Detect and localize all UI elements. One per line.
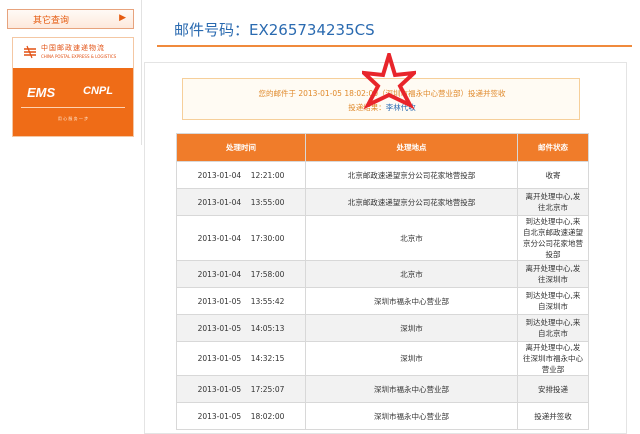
banner-tagline: 用 心 服 务 一 步	[57, 116, 89, 121]
cell-status: 离开处理中心,发往北京市	[517, 188, 589, 216]
cell-time: 2013-01-05 17:25:07	[176, 375, 306, 403]
cell-time: 2013-01-04 12:21:00	[176, 161, 306, 189]
cell-clock: 14:05:13	[250, 323, 285, 333]
table-row: 2013-01-04 13:55:00 北京邮政速递望京分公司花家地营投部 离开处理…	[176, 188, 589, 216]
column-header-place: 处理地点	[305, 133, 518, 162]
cnpl-logo: CNPL	[83, 85, 113, 97]
cell-date: 2013-01-05	[197, 384, 242, 394]
table-row: 2013-01-05 14:05:13 深圳市 到达处理中心,来自北京市	[176, 314, 589, 342]
main-content: 邮件号码：EX265734235CS 您的邮件于 2013-01-05 18:0…	[144, 0, 632, 434]
cell-place: 北京邮政速递望京分公司花家地营投部	[305, 188, 518, 216]
cell-time: 2013-01-05 18:02:00	[176, 402, 306, 430]
page-title: 邮件号码：EX265734235CS	[174, 21, 375, 39]
table-row: 2013-01-04 17:58:00 北京市 离开处理中心,发往深圳市	[176, 260, 589, 288]
cell-place: 深圳市	[305, 314, 518, 342]
cell-date: 2013-01-04	[197, 233, 242, 243]
left-sidebar: 其它查询 ▶ 中国邮政速递物流 CHINA POSTAL EXPRESS & L…	[0, 0, 142, 434]
cell-place: 深圳市福永中心营业部	[305, 402, 518, 430]
cell-date: 2013-01-04	[197, 170, 242, 180]
cell-time: 2013-01-05 14:05:13	[176, 314, 306, 342]
cell-status: 离开处理中心,发往深圳市	[517, 260, 589, 288]
company-name-cn: 中国邮政速递物流	[41, 44, 105, 52]
tracking-table: 处理时间 处理地点 邮件状态 2013-01-04 12:21:00 北京邮政速递…	[176, 133, 589, 430]
page-header: 邮件号码：EX265734235CS	[157, 0, 632, 47]
cell-date: 2013-01-05	[197, 323, 242, 333]
table-row: 2013-01-05 18:02:00 深圳市福永中心营业部 投递并签收	[176, 402, 589, 430]
cell-date: 2013-01-05	[197, 354, 242, 363]
cell-status: 离开处理中心,发往深圳市福永中心营业部	[517, 341, 589, 376]
cell-time: 2013-01-04 17:58:00	[176, 260, 306, 288]
ems-banner[interactable]: 中国邮政速递物流 CHINA POSTAL EXPRESS & LOGISTIC…	[12, 37, 134, 137]
cell-place: 北京市	[305, 215, 518, 261]
cell-place: 北京市	[305, 260, 518, 288]
table-row: 2013-01-05 14:32:15 深圳市 离开处理中心,发往深圳市福永中心营业…	[176, 341, 589, 376]
cell-date: 2013-01-04	[197, 269, 242, 279]
cell-time: 2013-01-04 17:30:00	[176, 215, 306, 261]
cell-date: 2013-01-05	[197, 296, 242, 306]
cell-status: 收寄	[517, 161, 589, 189]
other-query-button[interactable]: 其它查询 ▶	[7, 9, 134, 29]
cell-clock: 14:32:15	[250, 354, 285, 363]
other-query-label: 其它查询	[33, 16, 70, 26]
column-header-time: 处理时间	[176, 133, 306, 162]
star-annotation-icon	[362, 53, 416, 110]
cell-status: 到达处理中心,来自北京邮政速递望京分公司花家地营投部	[517, 215, 589, 261]
company-name-en: CHINA POSTAL EXPRESS & LOGISTICS	[41, 54, 117, 59]
cell-clock: 13:55:00	[250, 197, 285, 207]
cell-time: 2013-01-05 13:55:42	[176, 287, 306, 315]
cell-place: 深圳市福永中心营业部	[305, 287, 518, 315]
table-row: 2013-01-05 13:55:42 深圳市福永中心营业部 到达处理中心,来自深圳…	[176, 287, 589, 315]
table-row: 2013-01-04 17:30:00 北京市 到达处理中心,来自北京邮政速递望京分…	[176, 215, 589, 261]
cell-clock: 12:21:00	[250, 170, 285, 180]
cell-date: 2013-01-05	[197, 411, 242, 421]
cell-status: 投递并签收	[517, 402, 589, 430]
ems-logo: EMS	[27, 85, 56, 100]
table-header-row: 处理时间 处理地点 邮件状态	[176, 133, 589, 162]
tracking-panel: 您的邮件于 2013-01-05 18:02:00（深圳市福永中心营业部）投递并…	[144, 53, 627, 434]
cell-status: 安排投递	[517, 375, 589, 403]
cell-date: 2013-01-04	[197, 197, 242, 207]
cell-clock: 17:25:07	[250, 384, 285, 394]
cell-clock: 17:30:00	[250, 233, 285, 243]
cell-time: 2013-01-04 13:55:00	[176, 188, 306, 216]
cell-time: 2013-01-05 14:32:15	[176, 341, 306, 376]
table-row: 2013-01-05 17:25:07 深圳市福永中心营业部 安排投递	[176, 375, 589, 403]
banner-divider	[21, 107, 125, 108]
china-post-logo-icon	[24, 45, 36, 59]
column-header-status: 邮件状态	[517, 133, 589, 162]
table-row: 2013-01-04 12:21:00 北京邮政速递望京分公司花家地营投部 收寄	[176, 161, 589, 189]
chevron-right-icon: ▶	[119, 13, 126, 23]
cell-place: 北京邮政速递望京分公司花家地营投部	[305, 161, 518, 189]
cell-status: 到达处理中心,来自深圳市	[517, 287, 589, 315]
cell-clock: 18:02:00	[250, 411, 285, 421]
ems-banner-header: 中国邮政速递物流 CHINA POSTAL EXPRESS & LOGISTIC…	[13, 38, 133, 68]
ems-logo-band: EMS CNPL 用 心 服 务 一 步	[13, 68, 133, 136]
cell-place: 深圳市	[305, 341, 518, 376]
cell-place: 深圳市福永中心营业部	[305, 375, 518, 403]
cell-clock: 13:55:42	[250, 296, 285, 306]
cell-clock: 17:58:00	[250, 269, 285, 279]
cell-status: 到达处理中心,来自北京市	[517, 314, 589, 342]
